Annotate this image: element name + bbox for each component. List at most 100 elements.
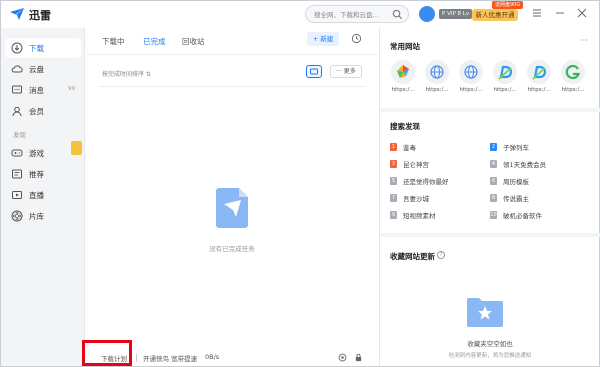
common-sites-title: 常用网站 <box>390 42 420 51</box>
new-task-button[interactable]: + 新建 <box>307 32 339 46</box>
d-letter-logo-icon <box>532 65 547 80</box>
live-icon <box>12 191 22 199</box>
hot-search-item[interactable]: 4 领1天免费会员 <box>490 159 590 169</box>
site-favicon <box>391 60 415 84</box>
recommend-icon <box>12 169 22 179</box>
sidebar-item-label: 推荐 <box>29 170 44 179</box>
sidebar-item-download[interactable]: 下载 <box>5 38 81 58</box>
common-sites-more-button[interactable]: ··· <box>580 36 588 45</box>
site-shortcut[interactable]: https:/... <box>525 60 553 93</box>
game-badge <box>71 141 82 155</box>
list-view-icon <box>310 68 318 75</box>
message-count: 99 <box>68 86 75 92</box>
colorful-logo-icon <box>397 65 409 78</box>
more-button[interactable]: ··· 更多 <box>330 65 362 78</box>
site-shortcut[interactable]: https:/... <box>423 60 451 93</box>
speed-up-link[interactable]: 开通快鸟 宽带提速 <box>143 353 197 363</box>
message-icon <box>12 85 22 94</box>
search-icon[interactable] <box>392 9 403 20</box>
sidebar-item-vip[interactable]: 会员 <box>5 101 81 121</box>
hot-search-text: 破机必备软件 <box>503 212 542 220</box>
lock-icon[interactable] <box>354 353 363 362</box>
game-icon <box>11 149 23 157</box>
settings-icon[interactable] <box>338 353 347 362</box>
globe-icon <box>464 65 478 79</box>
sidebar-item-message[interactable]: 消息 99 <box>5 80 81 100</box>
avatar[interactable] <box>419 6 435 22</box>
hot-search-text: 短视频素材 <box>403 212 436 220</box>
empty-state-text: 没有已完成任务 <box>209 245 255 253</box>
close-icon[interactable] <box>576 7 588 19</box>
search-input[interactable]: 搜全网、下载和云盘… <box>314 9 379 19</box>
hot-search-text: 子弹列车 <box>503 144 529 152</box>
hot-search-text: 传说霸主 <box>503 195 529 203</box>
divider <box>380 108 600 112</box>
hot-search-item[interactable]: 5 还是觉得你最好 <box>390 176 490 186</box>
rank-badge: 2 <box>490 143 497 151</box>
highlight-box <box>82 340 132 366</box>
site-favicon <box>561 60 585 84</box>
rank-badge: 5 <box>390 177 397 185</box>
site-shortcut[interactable]: https:/... <box>389 60 417 93</box>
divider <box>380 233 600 237</box>
sidebar-item-label: 消息 <box>29 86 44 95</box>
sidebar-item-cloud[interactable]: 云盘 <box>5 59 81 79</box>
download-speed: 0B/s <box>205 353 220 361</box>
hot-search-item[interactable]: 1 鉴毒 <box>390 142 490 152</box>
site-favicon <box>459 60 483 84</box>
sidebar-item-label: 直播 <box>29 191 44 200</box>
site-label: https:/... <box>425 87 449 93</box>
site-label: https:/... <box>561 87 585 93</box>
site-label: https:/... <box>391 87 415 93</box>
sidebar-item-game[interactable]: 游戏 <box>5 141 82 163</box>
menu-icon[interactable] <box>531 7 543 19</box>
film-icon <box>11 210 23 222</box>
promo-tag: 送网盘90G <box>492 1 524 9</box>
help-icon[interactable]: ? <box>437 251 445 259</box>
right-panel: 常用网站 ··· https:/... https:/... https:/..… <box>379 28 600 366</box>
rank-badge: 8 <box>490 194 497 202</box>
view-toggle-button[interactable] <box>306 65 322 78</box>
hot-search-text: 鉴毒 <box>403 144 416 152</box>
rank-badge: 10 <box>490 211 497 219</box>
sidebar-item-recommend[interactable]: 推荐 <box>5 164 81 184</box>
user-level-badge: P VIP 8 Lv <box>439 9 473 19</box>
hot-search-item[interactable]: 8 传说霸主 <box>490 193 590 203</box>
sidebar-item-film[interactable]: 片库 <box>5 206 81 226</box>
hot-search-item[interactable]: 3 昆仑神宫 <box>390 159 490 169</box>
hot-search-item[interactable]: 2 子弹列车 <box>490 142 590 152</box>
rank-badge: 3 <box>390 160 397 168</box>
vip-icon <box>12 106 22 117</box>
rank-badge: 1 <box>390 143 397 151</box>
site-shortcut[interactable]: https:/... <box>559 60 587 93</box>
site-favicon <box>527 60 551 84</box>
site-favicon <box>425 60 449 84</box>
hot-search-text: 吾妻沙城 <box>403 195 429 203</box>
tab-recycle-bin[interactable]: 回收站 <box>182 36 205 47</box>
search-box[interactable]: 搜全网、下载和云盘… <box>305 5 409 23</box>
divider <box>136 354 137 362</box>
favorites-empty-subtext: 检测到内容更新，将为您推送通知 <box>448 353 532 359</box>
sidebar-item-label: 云盘 <box>29 65 44 74</box>
app-title: 迅雷 <box>29 9 51 22</box>
sidebar-item-label: 片库 <box>29 212 44 221</box>
site-shortcut[interactable]: https:/... <box>457 60 485 93</box>
hot-search-item[interactable]: 10 破机必备软件 <box>490 210 590 220</box>
sidebar: 下载 云盘 消息 99 会员 发现 游戏 推荐 直播 片库 <box>1 28 85 366</box>
hot-search-item[interactable]: 6 周历模板 <box>490 176 590 186</box>
hot-search-item[interactable]: 9 短视频素材 <box>390 210 490 220</box>
globe-icon <box>430 65 444 79</box>
site-shortcut[interactable]: https:/... <box>491 60 519 93</box>
minimize-icon[interactable] <box>554 7 566 19</box>
rank-badge: 9 <box>390 211 397 219</box>
vip-promo-button[interactable]: 新人优惠开通 <box>472 9 518 21</box>
tab-downloading[interactable]: 下载中 <box>102 36 125 47</box>
hot-search-text: 领1天免费会员 <box>503 161 547 169</box>
rank-badge: 6 <box>490 177 497 185</box>
d-letter-logo-icon <box>498 65 513 80</box>
tab-completed[interactable]: 已完成 <box>143 36 166 47</box>
sort-button[interactable]: 按完成时间排序 ⇅ <box>102 69 151 78</box>
history-icon[interactable] <box>351 33 362 44</box>
hot-search-item[interactable]: 7 吾妻沙城 <box>390 193 490 203</box>
sidebar-item-live[interactable]: 直播 <box>5 185 81 205</box>
